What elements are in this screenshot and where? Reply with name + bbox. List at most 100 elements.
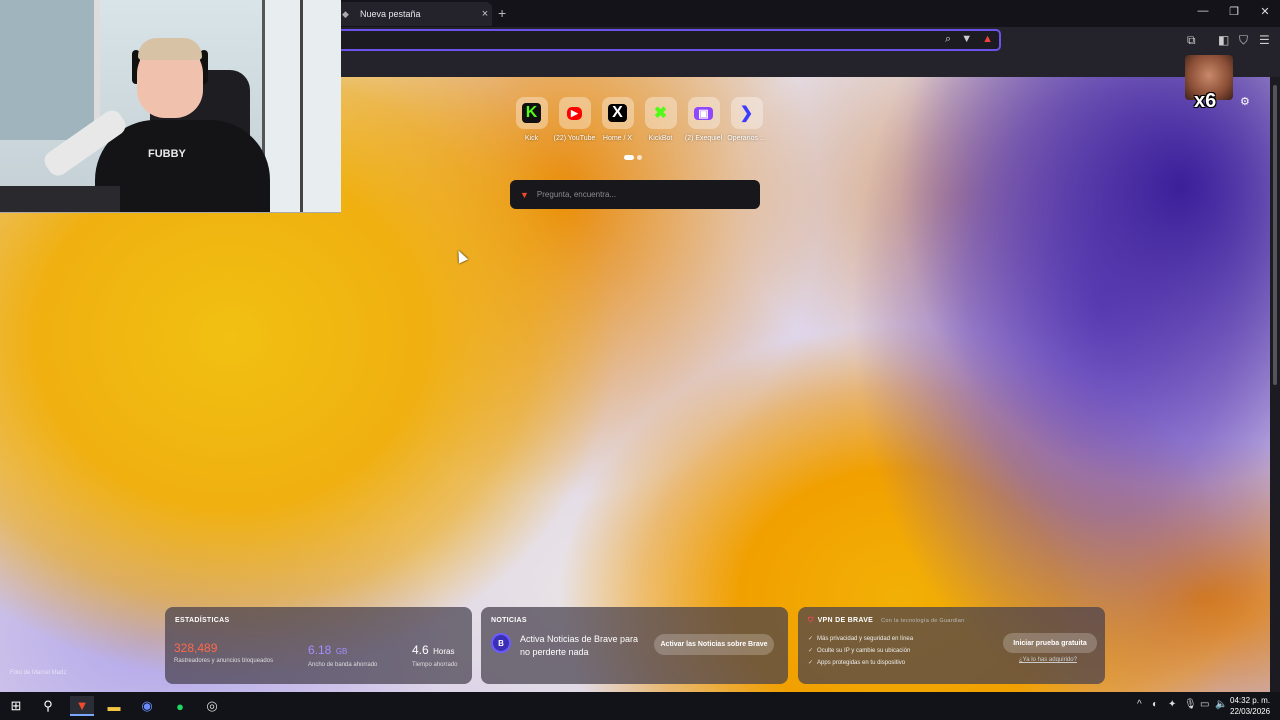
- brave-news-icon: B: [491, 633, 511, 653]
- background-window: [0, 0, 100, 140]
- vpn-title: ⛉ VPN DE BRAVE Con la tecnología de Guardi…: [808, 617, 1095, 625]
- top-site-twitch[interactable]: ▣ (2) Exequiel: [682, 97, 725, 142]
- check-icon: ✓: [808, 636, 814, 642]
- bandwidth-unit: GB: [335, 647, 348, 656]
- brave-rewards-icon[interactable]: ▲: [982, 33, 993, 46]
- screenshot-icon[interactable]: ⧉: [1187, 33, 1196, 48]
- time-stat: 4.6 Horas Tiempo ahorrado: [412, 641, 457, 668]
- news-text: Activa Noticias de Brave para no perdert…: [520, 634, 639, 657]
- door-frame: [300, 0, 303, 212]
- brave-lion-icon: ▼: [520, 189, 529, 200]
- tab-close-icon[interactable]: ×: [478, 8, 492, 20]
- bandwidth-value: 6.18: [308, 643, 332, 657]
- vpn-feature: ✓ Apps protegidas en tu dispositivo: [808, 660, 906, 666]
- microphone-icon[interactable]: 🎙: [1184, 699, 1197, 710]
- vpn-feature: ✓ Más privacidad y seguridad en línea: [808, 636, 914, 642]
- network-icon[interactable]: ▭: [1200, 699, 1209, 710]
- minimize-button[interactable]: —: [1196, 5, 1210, 17]
- clock-time: 04:32 p. m.: [1230, 696, 1271, 705]
- x-icon: X: [601, 97, 634, 129]
- spotify-icon[interactable]: ●: [168, 696, 192, 716]
- streamer-body: [95, 120, 270, 212]
- check-icon: ✓: [808, 648, 814, 654]
- top-site-kickbot[interactable]: ✖ KickBot: [639, 97, 682, 142]
- kick-icon: K: [515, 97, 548, 129]
- discord-icon[interactable]: ◉: [135, 696, 159, 716]
- file-explorer-icon[interactable]: ▬: [102, 696, 126, 716]
- settings-gear-icon[interactable]: ⚙: [1240, 95, 1250, 108]
- system-clock[interactable]: 04:32 p. m. 22/03/2026: [1230, 695, 1270, 717]
- bandwidth-stat: 6.18 GB Ancho de banda ahorrado: [308, 641, 377, 668]
- new-tab-button[interactable]: +: [498, 5, 506, 21]
- tray-chevron-icon[interactable]: ^: [1137, 699, 1142, 710]
- obs-icon[interactable]: ◎: [200, 696, 224, 716]
- pager-dot[interactable]: [637, 155, 642, 160]
- taskbar: ⊞ ⚲ ▼ ▬ ◉ ● ◎ ^ ◐ ✦ 🎙 ▭ 🔈 04:32 p. m. 22…: [0, 692, 1280, 720]
- webcam-overlay: FUBBY: [0, 0, 341, 213]
- news-card: NOTICIAS B Activa Noticias de Brave para…: [481, 607, 788, 684]
- screen: { "browser": { "tab_title": "Nueva pesta…: [0, 0, 1280, 720]
- trackers-value: 328,489: [174, 641, 218, 655]
- youtube-icon: ▶: [558, 97, 591, 129]
- vpn-feature: ✓ Oculte su IP y cambie su ubicación: [808, 648, 911, 654]
- news-title: NOTICIAS: [491, 617, 527, 624]
- start-trial-button[interactable]: Iniciar prueba gratuita: [1003, 633, 1097, 653]
- trackers-stat: 328,489 Rastreadores y anuncios bloquead…: [174, 641, 273, 664]
- brave-taskbar-icon[interactable]: ▼: [70, 696, 94, 716]
- address-bar[interactable]: ⌕ ▼ ▲: [336, 29, 1001, 51]
- sidebar-icon[interactable]: ◧: [1218, 33, 1229, 47]
- check-icon: ✓: [808, 660, 814, 666]
- photo-credit[interactable]: Foto de Marcel Madz: [10, 670, 66, 676]
- shirt-text: FUBBY: [148, 148, 186, 160]
- vpn-icon: ⛉: [808, 617, 814, 624]
- top-site-label: Operarios ...: [727, 135, 766, 142]
- already-purchased-link[interactable]: ¿Ya lo has adquirido?: [1019, 657, 1077, 663]
- app-tray-icon[interactable]: ✦: [1168, 699, 1176, 710]
- steam-icon[interactable]: ◐: [1152, 699, 1158, 710]
- tab-new-tab[interactable]: ◆ Nueva pestaña ×: [336, 2, 492, 26]
- trackers-label: Rastreadores y anuncios bloqueados: [174, 658, 274, 664]
- menu-icon[interactable]: ☰: [1259, 33, 1270, 47]
- vpn-features: ✓ Más privacidad y seguridad en línea ✓ Oc…: [808, 633, 913, 669]
- top-site-operarios[interactable]: ❯ Operarios ...: [725, 97, 768, 142]
- scrollbar-thumb[interactable]: [1273, 85, 1277, 385]
- vpn-subtitle: Con la tecnología de Guardian: [881, 618, 965, 624]
- emote-count: x6: [1194, 90, 1217, 112]
- volume-icon[interactable]: 🔈: [1215, 699, 1227, 710]
- time-unit: Horas: [433, 647, 455, 656]
- streamer-hair: [138, 38, 202, 60]
- activate-news-button[interactable]: Activar las Noticias sobre Brave: [654, 634, 774, 655]
- search-icon[interactable]: ⚲: [36, 696, 60, 716]
- top-sites-pager: [624, 155, 642, 160]
- zoom-icon[interactable]: ⌕: [945, 33, 951, 46]
- desk: [0, 186, 120, 212]
- windows-start-icon[interactable]: ⊞: [4, 696, 28, 716]
- stats-card: ESTADÍSTICAS 328,489 Rastreadores y anun…: [165, 607, 472, 684]
- vpn-card: ⛉ VPN DE BRAVE Con la tecnología de Guardi…: [798, 607, 1105, 684]
- bandwidth-label: Ancho de banda ahorrado: [308, 662, 378, 668]
- top-site-label: Kick: [524, 135, 539, 142]
- vpn-title-text: VPN DE BRAVE: [817, 617, 874, 624]
- page-scrollbar[interactable]: [1270, 77, 1280, 692]
- tab-title: Nueva pestaña: [360, 9, 421, 19]
- pager-dot-active[interactable]: [624, 155, 634, 160]
- top-site-label: Home / X: [602, 135, 633, 142]
- search-box[interactable]: ▼ Pregunta, encuentra...: [510, 180, 760, 209]
- close-window-button[interactable]: ✕: [1258, 5, 1272, 18]
- top-site-kick[interactable]: K Kick: [510, 97, 553, 142]
- top-site-youtube[interactable]: ▶ (22) YouTube: [553, 97, 596, 142]
- brave-shields-icon[interactable]: ▼: [961, 33, 972, 46]
- kickbot-icon: ✖: [644, 97, 677, 129]
- time-label: Tiempo ahorrado: [412, 662, 458, 668]
- search-placeholder: Pregunta, encuentra...: [536, 190, 617, 199]
- top-site-x[interactable]: X Home / X: [596, 97, 639, 142]
- brave-tab-icon: ◆: [342, 9, 349, 19]
- restore-button[interactable]: ❐: [1227, 5, 1241, 18]
- address-bar-icons: ⌕ ▼ ▲: [945, 33, 993, 46]
- top-site-label: KickBot: [648, 135, 673, 142]
- vpn-shield-icon[interactable]: ⛉: [1239, 33, 1248, 48]
- clock-date: 22/03/2026: [1230, 707, 1271, 716]
- top-sites: K Kick ▶ (22) YouTube X Home / X ✖ KickB…: [510, 97, 768, 142]
- stats-title: ESTADÍSTICAS: [175, 617, 230, 624]
- arrow-icon: ❯: [730, 97, 763, 129]
